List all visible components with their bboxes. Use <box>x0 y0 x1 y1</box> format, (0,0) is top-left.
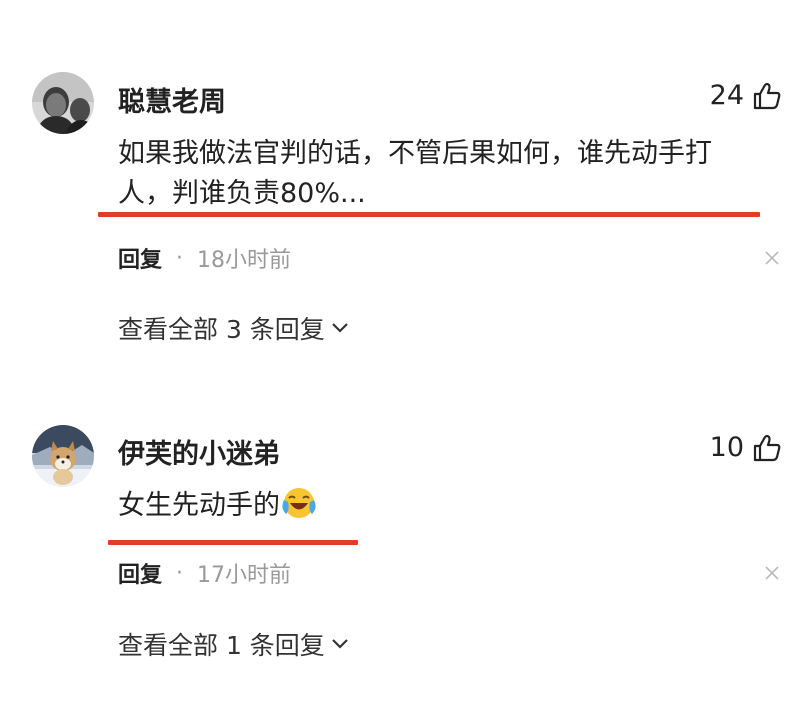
reply-button[interactable]: 回复 <box>118 242 162 274</box>
view-replies-label: 查看全部 3 条回复 <box>118 315 325 344</box>
view-all-replies-button[interactable]: 查看全部 1 条回复 <box>118 626 349 662</box>
avatar[interactable] <box>32 425 94 487</box>
like-count: 24 <box>709 80 744 111</box>
grayscale-man-photo-icon <box>32 72 94 134</box>
comment-text: 如果我做法官判的话，不管后果如何，谁先动手打人，判谁负责80%... <box>118 138 712 209</box>
like-control[interactable]: 24 <box>710 80 782 111</box>
comment-meta: 回复 · 17小时前 <box>118 557 291 589</box>
like-control[interactable]: 10 <box>710 432 782 463</box>
thumbs-up-icon[interactable] <box>752 81 782 111</box>
close-icon[interactable] <box>764 565 780 581</box>
shiba-dog-in-snow-icon <box>32 425 94 487</box>
reply-button[interactable]: 回复 <box>118 557 162 589</box>
separator: · <box>176 245 184 271</box>
highlight-underline <box>108 540 358 545</box>
comment-text-label: 女生先动手的 <box>118 490 280 521</box>
view-replies-label: 查看全部 1 条回复 <box>118 631 325 660</box>
thumbs-up-icon[interactable] <box>752 433 782 463</box>
avatar[interactable] <box>32 72 94 134</box>
highlight-underline <box>98 212 760 217</box>
timestamp: 17小时前 <box>197 563 292 588</box>
username[interactable]: 聪慧老周 <box>118 80 226 119</box>
comment-meta: 回复 · 18小时前 <box>118 242 291 274</box>
comment-text: 女生先动手的 <box>118 484 758 526</box>
laughing-crying-emoji-icon <box>282 488 316 518</box>
timestamp: 18小时前 <box>197 248 292 273</box>
username[interactable]: 伊芙的小迷弟 <box>118 432 280 471</box>
chevron-down-icon <box>332 639 348 649</box>
chevron-down-icon <box>332 323 348 333</box>
close-icon[interactable] <box>764 250 780 266</box>
like-count: 10 <box>709 432 744 463</box>
view-all-replies-button[interactable]: 查看全部 3 条回复 <box>118 310 349 346</box>
separator: · <box>176 560 184 586</box>
